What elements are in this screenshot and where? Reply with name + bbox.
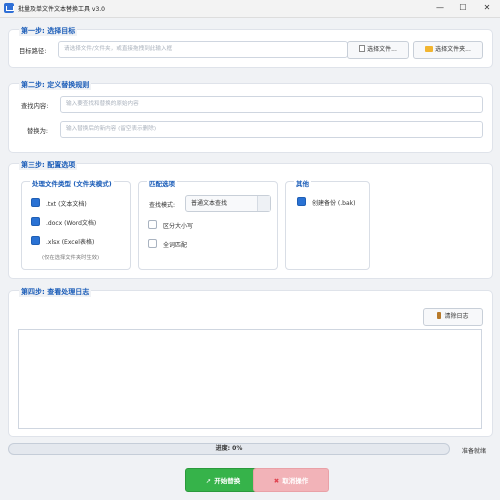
file-types-panel: 处理文件类型 (文件夹模式) .txt (文本文档) .docx (Word文档… xyxy=(21,178,131,270)
replace-input[interactable]: 输入替换后的新内容 (留空表示删除) xyxy=(60,121,483,138)
app-icon xyxy=(4,3,14,13)
whole-word-label: 全词匹配 xyxy=(163,242,188,249)
match-options-title: 匹配选项 xyxy=(147,178,177,188)
match-options-panel: 匹配选项 查找模式: 普通文本查找 区分大小写 全词匹配 xyxy=(138,178,278,270)
select-folder-button[interactable]: 选择文件夹... xyxy=(413,41,483,59)
cancel-label: 取消操作 xyxy=(282,477,309,485)
step1-panel: 第一步: 选择目标 目标路径: 请选择文件/文件夹，或直接拖拽到此输入框 选择文… xyxy=(8,26,493,68)
find-mode-label: 查找模式: xyxy=(149,202,176,209)
file-types-note: (仅在选择文件夹时生效) xyxy=(42,255,100,261)
other-options-title: 其他 xyxy=(294,178,311,188)
target-path-input[interactable]: 请选择文件/文件夹，或直接拖拽到此输入框 xyxy=(58,41,348,58)
find-mode-select[interactable]: 普通文本查找 xyxy=(185,195,271,212)
chevron-down-icon xyxy=(257,196,270,211)
backup-checkbox[interactable] xyxy=(297,197,306,206)
xlsx-label: .xlsx (Excel表格) xyxy=(46,239,95,246)
maximize-button[interactable]: ☐ xyxy=(456,2,470,14)
docx-label: .docx (Word文档) xyxy=(46,220,97,227)
start-replace-button[interactable]: ➚ 开始替换 xyxy=(185,468,261,492)
whole-word-checkbox[interactable] xyxy=(148,239,157,248)
select-folder-label: 选择文件夹... xyxy=(435,46,471,53)
status-text: 准备就绪 xyxy=(462,448,487,455)
title-bar: 批量及单文件文本替换工具 v3.0 — ☐ ✕ xyxy=(0,0,500,18)
replace-label: 替换为: xyxy=(27,128,49,135)
start-replace-label: 开始替换 xyxy=(214,477,241,485)
minimize-button[interactable]: — xyxy=(433,2,447,14)
find-input[interactable]: 输入要查找和替换的原始内容 xyxy=(60,96,483,113)
cancel-x-icon: ✖ xyxy=(273,477,280,485)
select-file-button[interactable]: 选择文件... xyxy=(347,41,409,59)
step2-title: 第二步: 定义替换规则 xyxy=(19,80,92,90)
progress-bar: 进度: 0% xyxy=(8,443,450,455)
broom-icon xyxy=(437,312,442,319)
clear-log-button[interactable]: 清除日志 xyxy=(423,308,483,326)
select-file-label: 选择文件... xyxy=(367,46,397,53)
cancel-button[interactable]: ✖ 取消操作 xyxy=(253,468,329,492)
case-sensitive-checkbox[interactable] xyxy=(148,220,157,229)
txt-label: .txt (文本文档) xyxy=(46,201,87,208)
window-title: 批量及单文件文本替换工具 v3.0 xyxy=(18,6,106,13)
folder-icon xyxy=(425,46,434,52)
file-types-title: 处理文件类型 (文件夹模式) xyxy=(30,178,114,188)
txt-checkbox[interactable] xyxy=(31,198,40,207)
step4-panel: 第四步: 查看处理日志 清除日志 xyxy=(8,287,493,437)
find-label: 查找内容: xyxy=(21,103,49,110)
file-icon xyxy=(359,45,366,52)
clear-log-label: 清除日志 xyxy=(444,313,469,320)
find-mode-value: 普通文本查找 xyxy=(191,200,228,207)
step3-title: 第三步: 配置选项 xyxy=(19,160,78,170)
step1-title: 第一步: 选择目标 xyxy=(19,26,78,36)
target-path-label: 目标路径: xyxy=(19,48,47,55)
docx-checkbox[interactable] xyxy=(31,217,40,226)
step3-panel: 第三步: 配置选项 处理文件类型 (文件夹模式) .txt (文本文档) .do… xyxy=(8,160,493,279)
xlsx-checkbox[interactable] xyxy=(31,236,40,245)
close-button[interactable]: ✕ xyxy=(480,2,494,14)
log-output[interactable] xyxy=(18,329,482,429)
rocket-icon: ➚ xyxy=(205,477,212,485)
other-options-panel: 其他 创建备份 (.bak) xyxy=(285,178,370,270)
step4-title: 第四步: 查看处理日志 xyxy=(19,287,92,297)
backup-label: 创建备份 (.bak) xyxy=(312,200,356,207)
progress-text: 进度: 0% xyxy=(215,445,243,452)
step2-panel: 第二步: 定义替换规则 查找内容: 输入要查找和替换的原始内容 替换为: 输入替… xyxy=(8,80,493,153)
case-sensitive-label: 区分大小写 xyxy=(163,223,194,230)
